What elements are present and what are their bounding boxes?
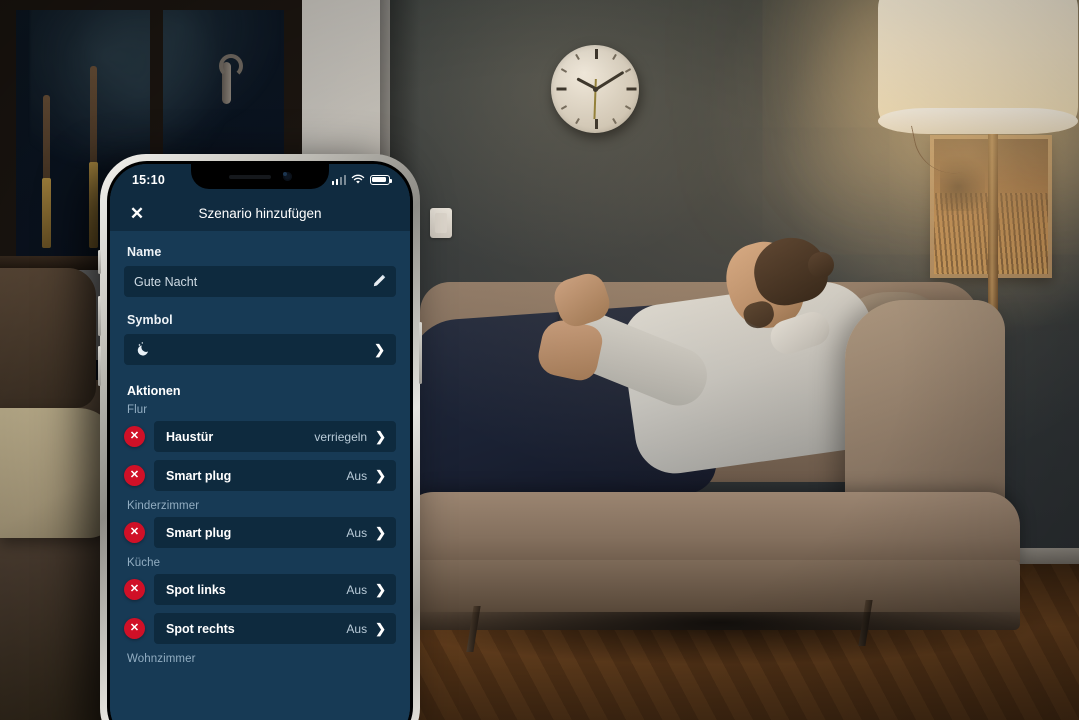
candle-holder-right [89,162,98,248]
delete-circle-icon[interactable]: ✕ [124,426,145,447]
chevron-right-icon: ❯ [375,582,386,597]
phone-screen: 15:10 ✕ Szenario hinzufügen Name Gute Na… [110,164,410,720]
action-card[interactable]: Smart plug Aus ❯ [154,460,396,491]
app-content: Name Gute Nacht Symbol ❯ Aktionen Flur ✕… [110,231,410,720]
chevron-right-icon: ❯ [375,429,386,444]
action-state: Aus [346,582,368,597]
action-row[interactable]: ✕ Spot links Aus ❯ [124,574,396,605]
symbol-selector[interactable]: ❯ [124,334,396,365]
clock-minute-hand [594,70,625,92]
action-state: Aus [346,525,368,540]
earpiece-speaker-icon [228,174,271,179]
chevron-right-icon: ❯ [375,621,386,636]
window-frame-top [0,0,302,10]
name-input[interactable]: Gute Nacht [124,266,396,297]
room-label: Küche [127,557,161,569]
sofa-seat [400,492,1020,570]
clock-center-pin [592,86,598,92]
action-name: Spot rechts [166,621,235,636]
clock-second-hand [593,78,597,120]
power-button[interactable] [419,322,422,384]
room-label: Flur [127,404,148,416]
action-group-wohnzimmer: Wohnzimmer [124,653,396,665]
action-card[interactable]: Spot rechts Aus ❯ [154,613,396,644]
action-row[interactable]: ✕ Haustür verriegeln ❯ [124,421,396,452]
window-handle [219,54,243,104]
pencil-icon[interactable] [371,274,386,289]
app-header: ✕ Szenario hinzufügen [110,195,410,231]
front-camera-icon [282,172,292,181]
wifi-icon [351,174,365,184]
chevron-right-icon: ❯ [375,525,386,540]
action-row[interactable]: ✕ Smart plug Aus ❯ [124,517,396,548]
page-title: Szenario hinzufügen [198,205,322,221]
action-row[interactable]: ✕ Spot rechts Aus ❯ [124,613,396,644]
action-group-flur: Flur ✕ Haustür verriegeln ❯ ✕ Smart plug [124,404,396,491]
action-card[interactable]: Smart plug Aus ❯ [154,517,396,548]
delete-circle-icon[interactable]: ✕ [124,522,145,543]
action-name: Smart plug [166,468,232,483]
actions-title: Aktionen [127,384,181,398]
delete-circle-icon[interactable]: ✕ [124,618,145,639]
battery-icon [370,174,393,185]
action-state: verriegeln [314,429,368,444]
person-hair-bun [808,252,834,278]
sofa-shadow [400,612,1040,664]
volume-up-button[interactable] [98,296,101,336]
action-name: Haustür [166,429,214,444]
window-frame-left [0,0,16,270]
phone-notch [191,164,329,189]
chevron-right-icon: ❯ [374,342,385,357]
status-icons [331,174,393,185]
symbol-label: Symbol [127,313,173,327]
cellular-signal-icon [331,174,346,185]
wall-outlet [430,208,452,238]
name-input-value: Gute Nacht [134,274,198,289]
moon-stars-icon [135,341,374,358]
left-cushion [0,268,96,408]
action-group-kinderzimmer: Kinderzimmer ✕ Smart plug Aus ❯ [124,500,396,548]
action-state: Aus [346,621,368,636]
action-name: Smart plug [166,525,232,540]
status-time: 15:10 [132,172,165,187]
action-card[interactable]: Haustür verriegeln ❯ [154,421,396,452]
delete-circle-icon[interactable]: ✕ [124,579,145,600]
action-group-kueche: Küche ✕ Spot links Aus ❯ ✕ Spot rechts A… [124,557,396,644]
mute-switch[interactable] [98,250,101,274]
volume-down-button[interactable] [98,346,101,386]
candle-holder-left [42,178,51,248]
chevron-right-icon: ❯ [375,468,386,483]
action-state: Aus [346,468,368,483]
room-label: Kinderzimmer [127,500,200,512]
lamp-shade [878,0,1078,125]
action-name: Spot links [166,582,226,597]
action-row[interactable]: ✕ Smart plug Aus ❯ [124,460,396,491]
action-card[interactable]: Spot links Aus ❯ [154,574,396,605]
room-label: Wohnzimmer [127,653,196,665]
close-icon[interactable]: ✕ [126,202,148,224]
wall-clock [551,45,639,133]
delete-circle-icon[interactable]: ✕ [124,465,145,486]
smartphone-mockup: 15:10 ✕ Szenario hinzufügen Name Gute Na… [98,154,422,720]
name-label: Name [127,245,162,259]
